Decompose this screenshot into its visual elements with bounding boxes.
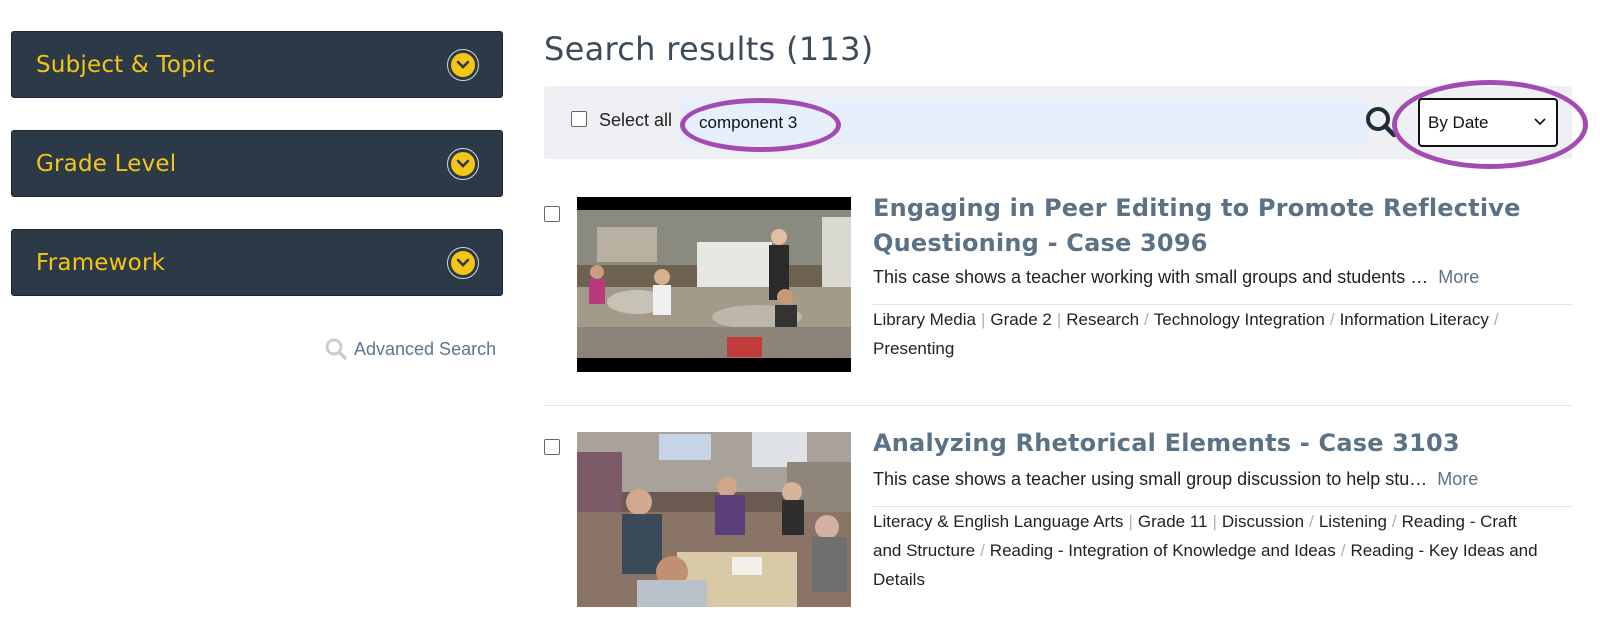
facet-grade-level[interactable]: Grade Level: [11, 130, 503, 197]
facet-framework[interactable]: Framework: [11, 229, 503, 296]
chevron-down-icon[interactable]: [447, 148, 479, 180]
chevron-down-icon: [1534, 118, 1546, 126]
result-checkbox[interactable]: [544, 206, 560, 222]
tag[interactable]: Reading - Key Ideas and: [1350, 541, 1537, 560]
tag[interactable]: Information Literacy: [1340, 310, 1489, 329]
facet-label: Subject & Topic: [36, 51, 216, 78]
tag-line: Details: [873, 565, 1573, 594]
result-tags: Library Media | Grade 2 | Research / Technolog…: [873, 305, 1573, 363]
page-title: Search results (113): [544, 30, 874, 68]
select-all-label: Select all: [599, 110, 673, 130]
tag[interactable]: Listening: [1319, 512, 1387, 531]
tag[interactable]: Details: [873, 570, 925, 589]
more-link[interactable]: More: [1437, 469, 1478, 489]
advanced-search-link[interactable]: Advanced Search: [324, 337, 496, 361]
tag-line: Literacy & English Language Arts | Grade 1…: [873, 512, 1517, 531]
result-title-link[interactable]: Engaging in Peer Editing to Promote Refl…: [873, 191, 1573, 261]
tag-line: and Structure / Reading - Integration of K…: [873, 541, 1538, 560]
result-tags: Literacy & English Language Arts | Grade 1…: [873, 507, 1573, 594]
result-thumbnail[interactable]: [577, 432, 851, 607]
result-description: This case shows a teacher using small gr…: [873, 469, 1573, 490]
result-item: Analyzing Rhetorical Elements - Case 310…: [544, 429, 1573, 632]
tag-subject[interactable]: Literacy & English Language Arts: [873, 512, 1123, 531]
search-input[interactable]: [679, 99, 1369, 146]
result-item: Engaging in Peer Editing to Promote Refl…: [544, 194, 1573, 387]
sort-select[interactable]: By Date: [1418, 98, 1558, 147]
tag[interactable]: Technology Integration: [1154, 310, 1325, 329]
result-thumbnail[interactable]: [577, 197, 851, 372]
search-button[interactable]: [1364, 105, 1398, 139]
tag[interactable]: Reading - Craft: [1402, 512, 1517, 531]
tag-line: Library Media | Grade 2 | Research / Technolog…: [873, 310, 1499, 329]
tag[interactable]: Research: [1066, 310, 1139, 329]
facet-label: Grade Level: [36, 150, 177, 177]
tag[interactable]: Discussion: [1222, 512, 1304, 531]
select-all-checkbox[interactable]: [571, 111, 587, 127]
tag[interactable]: and Structure: [873, 541, 975, 560]
more-link[interactable]: More: [1438, 267, 1479, 287]
tag[interactable]: Reading - Integration of Knowledge and I…: [990, 541, 1336, 560]
results-toolbar: Select all By Date: [544, 86, 1572, 159]
result-description-text: This case shows a teacher using small gr…: [873, 469, 1428, 489]
tag-grade[interactable]: Grade 11: [1138, 512, 1208, 531]
result-divider: [544, 405, 1572, 406]
facet-subject-topic[interactable]: Subject & Topic: [11, 31, 503, 98]
result-title-link[interactable]: Analyzing Rhetorical Elements - Case 310…: [873, 426, 1573, 461]
search-icon: [325, 338, 347, 360]
facet-label: Framework: [36, 249, 166, 276]
tag-line: Presenting: [873, 334, 1573, 363]
search-icon: [1366, 107, 1397, 138]
tag[interactable]: Presenting: [873, 339, 954, 358]
chevron-down-icon[interactable]: [447, 49, 479, 81]
result-description-text: This case shows a teacher working with s…: [873, 267, 1429, 287]
sort-selected-value: By Date: [1428, 112, 1489, 132]
result-description: This case shows a teacher working with s…: [873, 267, 1573, 288]
tag-subject[interactable]: Library Media: [873, 310, 976, 329]
tag-grade[interactable]: Grade 2: [990, 310, 1051, 329]
chevron-down-icon[interactable]: [447, 247, 479, 279]
advanced-search-label: Advanced Search: [354, 338, 497, 359]
result-checkbox[interactable]: [544, 439, 560, 455]
